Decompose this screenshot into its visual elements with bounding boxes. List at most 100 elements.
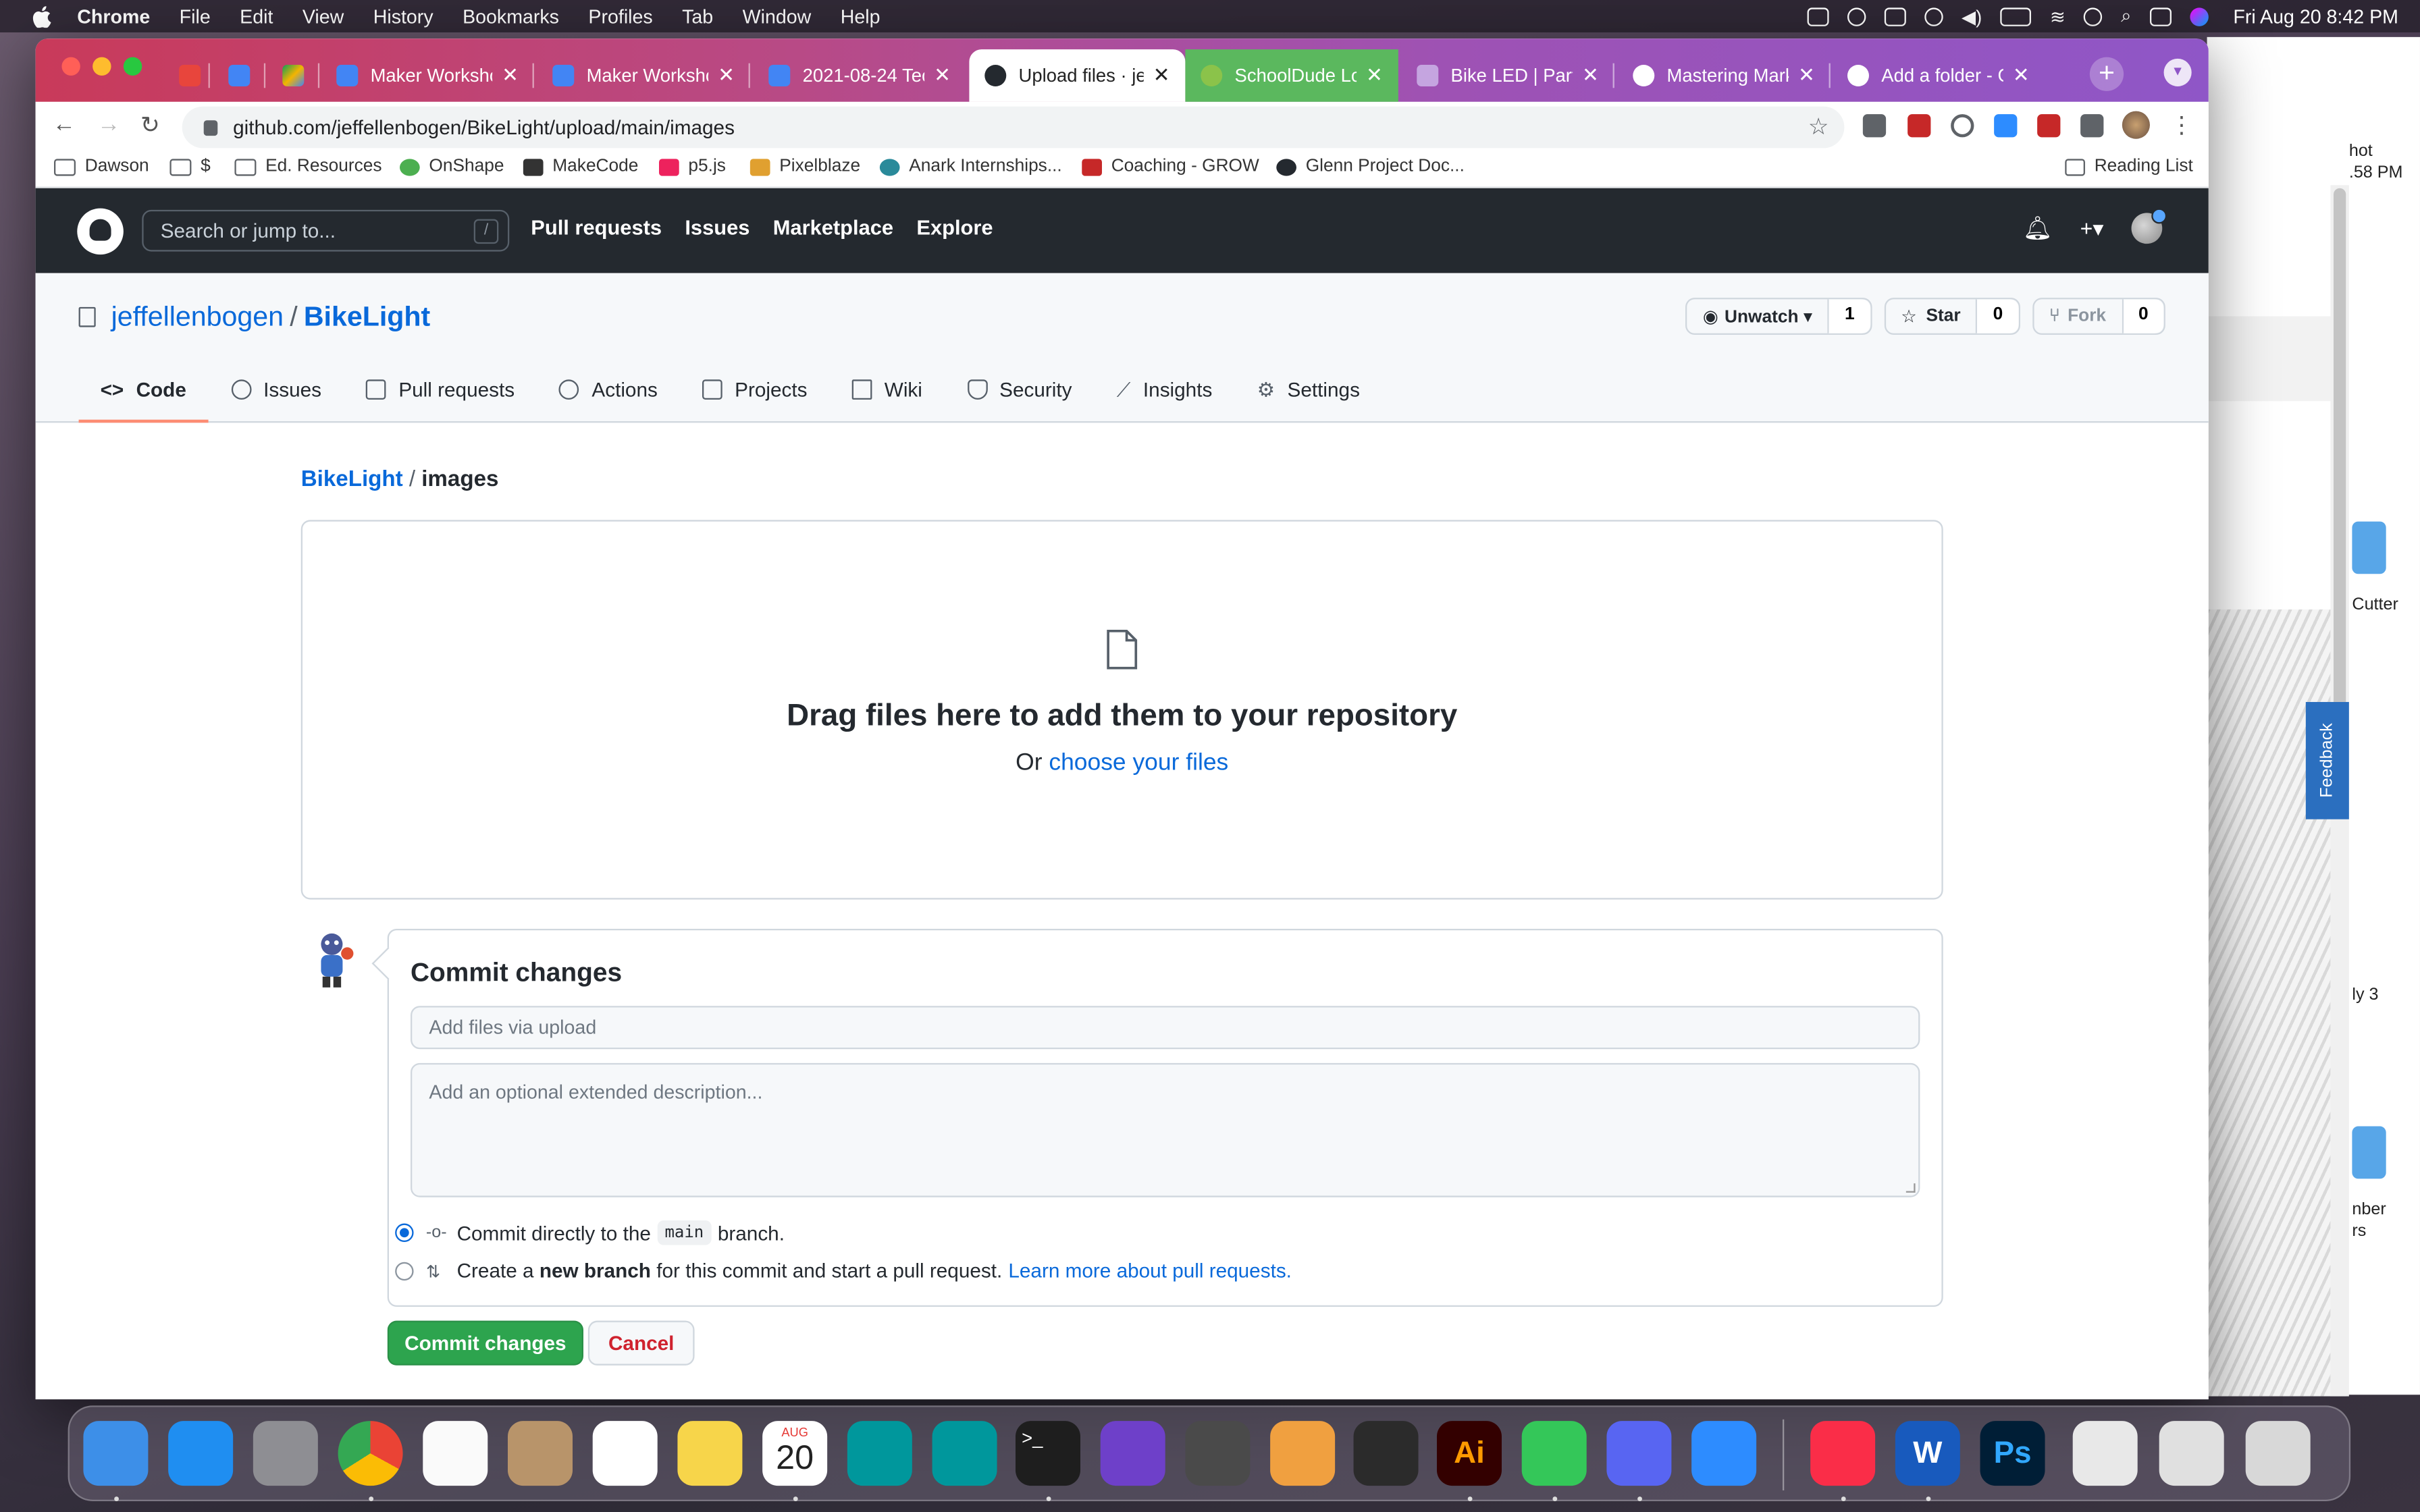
repo-owner-link[interactable]: jeffellenbogen bbox=[111, 301, 284, 333]
reminders-icon[interactable] bbox=[592, 1421, 658, 1486]
menu-help[interactable]: Help bbox=[841, 5, 880, 27]
desktop-folder-icon[interactable] bbox=[2352, 521, 2386, 574]
inkscape-icon[interactable] bbox=[1353, 1421, 1419, 1486]
nav-pull-requests[interactable]: Pull requests bbox=[531, 216, 662, 239]
unwatch-button[interactable]: ◉ Unwatch ▾ 1 bbox=[1685, 298, 1872, 335]
bookmark-onshape[interactable]: OnShape bbox=[399, 157, 504, 176]
menu-tab[interactable]: Tab bbox=[682, 5, 713, 27]
commit-summary-input[interactable]: Add files via upload bbox=[410, 1006, 1920, 1050]
tab-settings[interactable]: ⚙ Settings bbox=[1236, 369, 1382, 423]
menu-window[interactable]: Window bbox=[743, 5, 812, 27]
clock[interactable]: Fri Aug 20 8:42 PM bbox=[2233, 5, 2398, 27]
create-new-dropdown[interactable]: +▾ bbox=[2080, 215, 2104, 242]
fork-button[interactable]: ⑂ Fork 0 bbox=[2032, 298, 2165, 335]
finder-icon[interactable] bbox=[83, 1421, 149, 1486]
bookmark-p5js[interactable]: p5.js bbox=[658, 157, 726, 176]
menu-view[interactable]: View bbox=[302, 5, 344, 27]
bookmark-star-icon[interactable]: ☆ bbox=[1808, 113, 1829, 140]
tab-schooldude[interactable]: SchoolDude Log✕ bbox=[1185, 49, 1398, 102]
siri-icon[interactable] bbox=[2190, 7, 2209, 26]
music-icon[interactable] bbox=[1810, 1421, 1876, 1486]
menu-history[interactable]: History bbox=[373, 5, 433, 27]
app-store-icon[interactable] bbox=[168, 1421, 234, 1486]
close-tab-icon[interactable]: ✕ bbox=[2013, 63, 2030, 88]
photoshop-icon[interactable]: Ps bbox=[1980, 1421, 2045, 1486]
bookmark-coaching[interactable]: Coaching - GROW bbox=[1082, 157, 1259, 176]
discord-icon[interactable] bbox=[1606, 1421, 1672, 1486]
nav-issues[interactable]: Issues bbox=[685, 216, 749, 239]
tab-wiki[interactable]: Wiki bbox=[831, 369, 944, 423]
puzzle-extensions-icon[interactable] bbox=[2080, 114, 2104, 138]
trash-icon[interactable] bbox=[2245, 1421, 2311, 1486]
file-dropzone[interactable]: Drag files here to add them to your repo… bbox=[300, 520, 1943, 900]
tab-bike-led[interactable]: Bike LED | Part S✕ bbox=[1401, 49, 1614, 102]
scrollbar-thumb[interactable] bbox=[2333, 188, 2346, 775]
bookmark-makecode[interactable]: MakeCode bbox=[523, 157, 638, 176]
drive-icon[interactable] bbox=[1884, 7, 1906, 26]
sync-icon[interactable] bbox=[1951, 114, 1974, 138]
desktop-folder-icon[interactable] bbox=[2352, 1126, 2386, 1179]
stars-count[interactable]: 0 bbox=[1976, 299, 2019, 333]
menu-file[interactable]: File bbox=[180, 5, 211, 27]
github-search-input[interactable]: Search or jump to... / bbox=[142, 209, 510, 252]
new-branch-radio[interactable] bbox=[395, 1261, 414, 1280]
close-tab-icon[interactable]: ✕ bbox=[1798, 63, 1815, 88]
tab-maker-workshop-2[interactable]: Maker Workshop✕ bbox=[537, 49, 750, 102]
cancel-button[interactable]: Cancel bbox=[587, 1320, 695, 1366]
bookmark-pixelblaze[interactable]: Pixelblaze bbox=[749, 157, 860, 176]
github-logo-icon[interactable] bbox=[77, 208, 124, 255]
profile-avatar[interactable] bbox=[2122, 111, 2150, 139]
user-icon[interactable] bbox=[2084, 7, 2103, 26]
creative-cloud-icon[interactable] bbox=[1847, 7, 1866, 26]
resize-handle[interactable] bbox=[1905, 1183, 1916, 1193]
zoom-window-button[interactable] bbox=[123, 57, 142, 76]
extension-mail-icon[interactable] bbox=[1908, 114, 1931, 138]
zoom-extension-icon[interactable] bbox=[1994, 114, 2018, 138]
forks-count[interactable]: 0 bbox=[2121, 299, 2164, 333]
volume-icon[interactable]: ◀) bbox=[1962, 5, 1982, 27]
bookmark-anark[interactable]: Anark Internships... bbox=[879, 157, 1062, 176]
close-tab-icon[interactable]: ✕ bbox=[934, 63, 951, 88]
nav-explore[interactable]: Explore bbox=[916, 216, 993, 239]
arduino-2-icon[interactable] bbox=[932, 1421, 997, 1486]
photos-icon[interactable] bbox=[423, 1421, 488, 1486]
tab-code[interactable]: <> Code bbox=[78, 369, 208, 423]
reload-icon[interactable]: ↻ bbox=[140, 111, 160, 139]
close-tab-icon[interactable]: ✕ bbox=[718, 63, 735, 88]
menu-bookmarks[interactable]: Bookmarks bbox=[463, 5, 559, 27]
zoom-icon[interactable] bbox=[1691, 1421, 1757, 1486]
new-branch-option[interactable]: ⇅ Create a new branch for this commit an… bbox=[395, 1259, 1292, 1282]
reading-list-button[interactable]: Reading List bbox=[2065, 157, 2193, 176]
menu-app-name[interactable]: Chrome bbox=[77, 5, 150, 27]
user-avatar-menu[interactable] bbox=[2131, 208, 2167, 244]
tab-search-icon[interactable]: ▾ bbox=[2163, 58, 2192, 86]
new-tab-button[interactable]: + bbox=[2089, 57, 2124, 91]
github-desktop-icon[interactable] bbox=[1100, 1421, 1165, 1486]
close-tab-icon[interactable]: ✕ bbox=[1153, 63, 1170, 88]
close-tab-icon[interactable]: ✕ bbox=[1366, 63, 1383, 88]
tab-security[interactable]: Security bbox=[945, 369, 1093, 423]
forward-icon[interactable]: → bbox=[97, 111, 120, 138]
control-center-icon[interactable] bbox=[2149, 7, 2172, 26]
tab-2021-08-24[interactable]: 2021-08-24 Tec ✕ bbox=[753, 49, 966, 102]
commit-description-textarea[interactable]: Add an optional extended description... bbox=[410, 1062, 1920, 1197]
repo-name-link[interactable]: BikeLight bbox=[304, 301, 430, 333]
messages-icon[interactable] bbox=[1521, 1421, 1587, 1486]
zip-file-icon[interactable] bbox=[2072, 1421, 2138, 1486]
sublime-icon[interactable] bbox=[1185, 1421, 1251, 1486]
system-preferences-icon[interactable] bbox=[253, 1421, 318, 1486]
menu-edit[interactable]: Edit bbox=[240, 5, 273, 27]
arduino-icon[interactable] bbox=[847, 1421, 912, 1486]
terminal-icon[interactable]: >_ bbox=[1015, 1421, 1080, 1486]
bookmark-folder[interactable]: $ bbox=[169, 157, 211, 176]
close-tab-icon[interactable]: ✕ bbox=[502, 63, 519, 88]
nav-marketplace[interactable]: Marketplace bbox=[773, 216, 893, 239]
extension-icon[interactable] bbox=[1862, 114, 1887, 138]
word-icon[interactable]: W bbox=[1895, 1421, 1960, 1486]
illustrator-icon[interactable]: Ai bbox=[1436, 1421, 1502, 1486]
choose-files-link[interactable]: choose your files bbox=[1049, 750, 1228, 776]
menu-profiles[interactable]: Profiles bbox=[588, 5, 652, 27]
tab-pinned-gmail[interactable] bbox=[163, 49, 210, 102]
tab-pinned-drive[interactable] bbox=[267, 49, 320, 102]
spotlight-icon[interactable]: ⌕ bbox=[2121, 5, 2131, 28]
